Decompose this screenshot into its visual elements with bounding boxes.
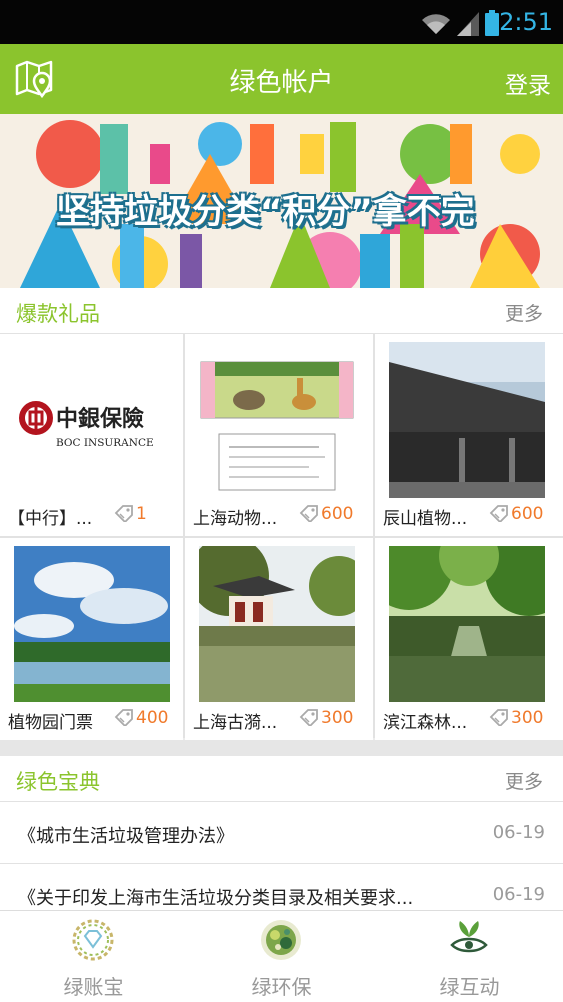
gift-name: 滨江森林... (383, 713, 468, 733)
diamond-wreath-icon (72, 919, 114, 961)
gift-item[interactable]: 辰山植物... 600 (375, 334, 563, 536)
guide-section-header: 绿色宝典 更多 (0, 756, 563, 802)
gift-name: 辰山植物... (383, 509, 468, 529)
tab-lvhudong[interactable]: 绿互动 (376, 911, 563, 1002)
tag-icon (114, 709, 133, 728)
app-header: 绿色帐户 登录 (0, 44, 563, 114)
boc-logo-en: BOC INSURANCE (56, 437, 154, 449)
gifts-section-title: 爆款礼品 (16, 302, 100, 326)
gift-points: 300 (299, 708, 353, 728)
news-date: 06-19 (492, 822, 545, 843)
tag-icon (489, 505, 508, 524)
signal-icon (457, 12, 479, 36)
globe-wreath-icon (261, 920, 301, 960)
tag-icon (299, 709, 318, 728)
tab-label: 绿环保 (251, 975, 312, 999)
tab-label: 绿互动 (439, 975, 500, 999)
gift-points: 600 (489, 504, 543, 524)
tab-lvzhangbao[interactable]: 绿账宝 (0, 911, 187, 1002)
page-title: 绿色帐户 (229, 68, 334, 98)
gifts-grid: 中銀保險 BOC INSURANCE 【中行】... 1 上海动物... 600… (0, 334, 563, 740)
gift-name: 上海动物... (193, 509, 278, 529)
gift-item[interactable]: 中銀保險 BOC INSURANCE 【中行】... 1 (0, 334, 183, 536)
gift-item[interactable]: 滨江森林... 300 (375, 538, 563, 740)
gift-thumbnail-botanical (14, 546, 170, 702)
gift-thumbnail-binjiang (389, 546, 545, 702)
gifts-section-header: 爆款礼品 更多 (0, 288, 563, 334)
promo-banner[interactable]: 坚持垃圾分类“积分”拿不完 (0, 114, 563, 288)
boc-logo-cn: 中銀保險 (56, 406, 144, 432)
gift-thumbnail-chenshan (389, 342, 545, 498)
banner-slogan: 坚持垃圾分类“积分”拿不完 (56, 192, 475, 232)
gift-item[interactable]: 上海古漪... 300 (185, 538, 373, 740)
guide-section-title: 绿色宝典 (16, 770, 100, 794)
gift-thumbnail-guyi (199, 546, 355, 702)
gift-points: 300 (489, 708, 543, 728)
leaf-eye-icon (450, 921, 488, 953)
gift-item[interactable]: 上海动物... 600 (185, 334, 373, 536)
news-item[interactable]: 《城市生活垃圾管理办法》 06-19 (0, 802, 563, 864)
news-title: 《关于印发上海市生活垃圾分类目录及相关要求... (18, 888, 414, 909)
tab-lvhuanbao[interactable]: 绿环保 (188, 911, 375, 1002)
gift-points: 600 (299, 504, 353, 524)
login-button[interactable]: 登录 (505, 66, 551, 100)
status-time: 2:51 (499, 8, 553, 36)
news-title: 《城市生活垃圾管理办法》 (18, 826, 234, 847)
wifi-icon (422, 14, 450, 34)
gifts-more-link[interactable]: 更多 (505, 299, 543, 326)
gift-points: 1 (114, 504, 147, 524)
gift-points: 400 (114, 708, 168, 728)
news-date: 06-19 (492, 884, 545, 905)
tag-icon (489, 709, 508, 728)
gift-name: 【中行】... (8, 509, 93, 529)
gift-thumbnail-boc: 中銀保險 BOC INSURANCE (14, 342, 170, 498)
gift-item[interactable]: 植物园门票 400 (0, 538, 183, 740)
gift-name: 上海古漪... (193, 713, 278, 733)
section-divider (0, 740, 563, 756)
bottom-navigation: 绿账宝 绿环保 绿互动 (0, 910, 563, 1002)
status-bar: 2:51 (0, 0, 563, 44)
guide-more-link[interactable]: 更多 (505, 767, 543, 794)
tag-icon (114, 505, 133, 524)
tag-icon (299, 505, 318, 524)
battery-icon (485, 10, 499, 36)
gift-name: 植物园门票 (8, 713, 93, 733)
gift-thumbnail-zoo-ticket (199, 342, 355, 498)
tab-label: 绿账宝 (63, 975, 124, 999)
